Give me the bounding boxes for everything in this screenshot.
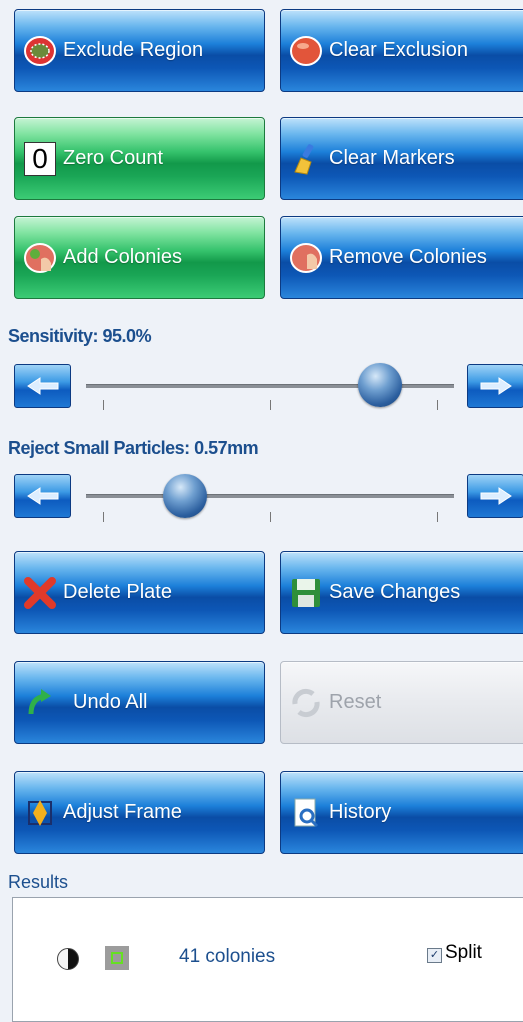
- results-panel: 41 colonies ✓ Split: [12, 897, 523, 1022]
- save-changes-label: Save Changes: [329, 581, 461, 603]
- clear-exclusion-label: Clear Exclusion: [329, 39, 468, 61]
- delete-plate-label: Delete Plate: [63, 581, 172, 603]
- reject-track[interactable]: [86, 494, 454, 498]
- history-label: History: [329, 801, 392, 823]
- reject-increase-button[interactable]: [467, 474, 523, 518]
- floppy-disk-icon: [289, 576, 323, 610]
- undo-all-label: Undo All: [73, 691, 148, 713]
- arrow-right-icon: [480, 377, 512, 395]
- sensitivity-increase-button[interactable]: [467, 364, 523, 408]
- arrow-left-icon: [26, 377, 58, 395]
- zero-count-icon: 0: [23, 141, 57, 176]
- add-colonies-icon: [23, 241, 57, 275]
- exclude-region-icon: [23, 34, 57, 68]
- adjust-frame-icon: [23, 796, 57, 830]
- reject-particles-label: Reject Small Particles: 0.57mm: [8, 438, 259, 458]
- reset-button[interactable]: Reset: [280, 661, 523, 744]
- save-changes-button[interactable]: Save Changes: [280, 551, 523, 634]
- contrast-icon[interactable]: [57, 948, 79, 970]
- remove-colonies-label: Remove Colonies: [329, 246, 487, 268]
- undo-all-button[interactable]: Undo All: [14, 661, 265, 744]
- undo-arrow-icon: [23, 686, 57, 720]
- remove-colonies-button[interactable]: Remove Colonies: [280, 216, 523, 299]
- exclude-region-button[interactable]: Exclude Region: [14, 9, 265, 92]
- reject-slider-thumb[interactable]: [163, 474, 208, 518]
- sensitivity-label: Sensitivity: 95.0%: [8, 326, 152, 346]
- colony-count: 41 colonies: [179, 946, 276, 967]
- reject-decrease-button[interactable]: [14, 474, 71, 518]
- delete-x-icon: [23, 576, 57, 610]
- split-label: Split: [445, 942, 482, 963]
- zero-count-label: Zero Count: [63, 147, 164, 169]
- remove-colonies-icon: [289, 241, 323, 275]
- clear-markers-label: Clear Markers: [329, 147, 455, 169]
- adjust-frame-label: Adjust Frame: [63, 801, 182, 823]
- zero-glyph: 0: [24, 141, 56, 176]
- reset-label: Reset: [329, 691, 382, 713]
- clear-exclusion-button[interactable]: Clear Exclusion: [280, 9, 523, 92]
- add-colonies-button[interactable]: Add Colonies: [14, 216, 265, 299]
- sensitivity-tick: [270, 400, 271, 410]
- arrow-left-icon: [26, 487, 58, 505]
- zero-count-button[interactable]: 0 Zero Count: [14, 117, 265, 200]
- reject-tick: [270, 512, 271, 522]
- document-search-icon: [289, 796, 323, 830]
- marker-icon[interactable]: [105, 946, 129, 970]
- reject-tick: [103, 512, 104, 522]
- reset-icon: [289, 686, 323, 720]
- clear-exclusion-icon: [289, 34, 323, 68]
- adjust-frame-button[interactable]: Adjust Frame: [14, 771, 265, 854]
- add-colonies-label: Add Colonies: [63, 246, 182, 268]
- sensitivity-decrease-button[interactable]: [14, 364, 71, 408]
- history-button[interactable]: History: [280, 771, 523, 854]
- sensitivity-tick: [103, 400, 104, 410]
- clear-markers-button[interactable]: Clear Markers: [280, 117, 523, 200]
- arrow-right-icon: [480, 487, 512, 505]
- split-checkbox[interactable]: ✓: [427, 948, 442, 963]
- exclude-region-label: Exclude Region: [63, 39, 204, 61]
- sensitivity-tick: [437, 400, 438, 410]
- results-heading: Results: [8, 872, 69, 892]
- reject-tick: [437, 512, 438, 522]
- delete-plate-button[interactable]: Delete Plate: [14, 551, 265, 634]
- broom-icon: [289, 142, 323, 176]
